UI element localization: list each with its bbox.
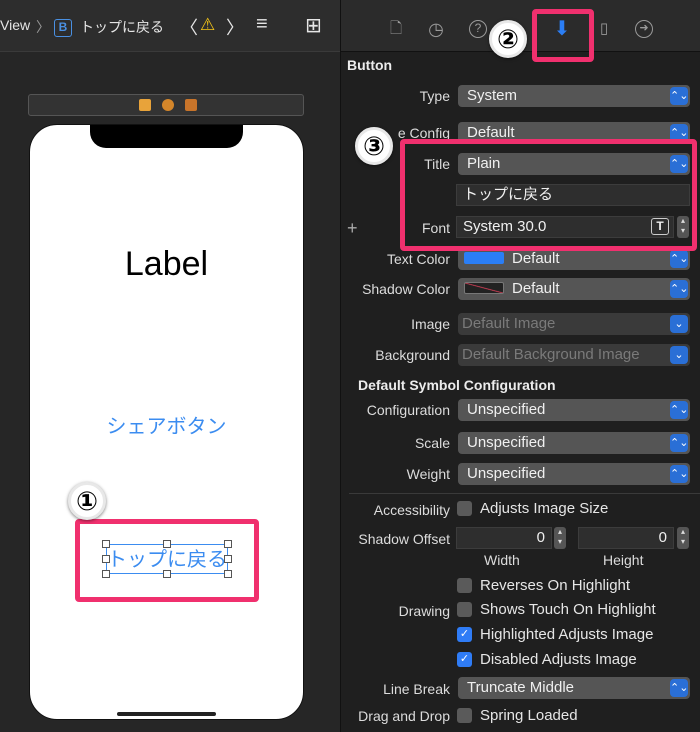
section-divider	[349, 493, 700, 494]
step3-badge: ③	[355, 127, 393, 165]
text-color-popup[interactable]: Default ⌃⌄	[458, 248, 690, 270]
shows-touch-checkbox[interactable]	[457, 602, 472, 617]
nav-forward-icon[interactable]: 〉	[226, 14, 244, 40]
image-label: Image	[411, 316, 450, 332]
history-inspector-icon[interactable]: ◷	[427, 20, 445, 38]
drag-drop-label: Drag and Drop	[358, 708, 450, 724]
drawing-label: Drawing	[398, 603, 450, 619]
home-indicator	[117, 712, 216, 716]
dropdown-arrow-icon: ⌄	[670, 315, 688, 333]
width-caption: Width	[484, 552, 520, 568]
background-label: Background	[375, 347, 450, 363]
disabled-adjusts-checkbox[interactable]: ✓	[457, 652, 472, 667]
breadcrumb-view[interactable]: View	[0, 17, 30, 33]
view-controller-icon[interactable]	[139, 99, 151, 111]
list-menu-icon[interactable]: ≡	[256, 13, 268, 36]
popup-arrows-icon: ⌃⌄	[670, 401, 688, 419]
background-combo[interactable]: Default Background Image ⌄	[458, 344, 690, 366]
breadcrumb-selected-object[interactable]: トップに戻る	[80, 17, 164, 37]
type-label: Type	[419, 88, 450, 104]
adjusts-image-size-label: Adjusts Image Size	[480, 500, 609, 517]
breadcrumb-separator-icon: 〉	[36, 19, 50, 35]
adjusts-image-size-checkbox[interactable]	[457, 501, 472, 516]
connections-inspector-icon[interactable]: ➜	[635, 20, 653, 38]
popup-arrows-icon: ⌃⌄	[670, 250, 688, 268]
help-inspector-icon[interactable]: ?	[469, 20, 487, 38]
scale-value: Unspecified	[467, 434, 546, 451]
size-inspector-icon[interactable]: ▯	[595, 20, 613, 38]
step2-badge: ②	[489, 20, 527, 58]
text-color-value: Default	[512, 250, 560, 267]
highlighted-adjusts-label: Highlighted Adjusts Image	[480, 626, 654, 643]
label-view[interactable]: Label	[30, 245, 303, 284]
attributes-inspector: 🗋 ◷ ? ⬇ ▯ ➜	[340, 0, 700, 732]
first-responder-icon[interactable]	[162, 99, 174, 111]
warning-icon[interactable]: ⚠	[200, 15, 215, 35]
annotation-box-step1	[75, 519, 259, 602]
reverses-on-highlight-label: Reverses On Highlight	[480, 577, 631, 594]
shadow-offset-label: Shadow Offset	[358, 531, 450, 547]
text-color-swatch	[464, 252, 504, 264]
reverses-on-highlight-checkbox[interactable]	[457, 578, 472, 593]
shows-touch-label: Shows Touch On Highlight	[480, 601, 656, 618]
weight-label: Weight	[406, 466, 450, 482]
iphone-scene: Label シェアボタン トップに戻る	[29, 124, 304, 720]
popup-arrows-icon: ⌃⌄	[670, 434, 688, 452]
shadow-color-popup[interactable]: Default ⌃⌄	[458, 278, 690, 300]
scene-dock	[28, 94, 304, 116]
type-value: System	[467, 87, 518, 104]
storyboard-canvas-pane: View 〉 B トップに戻る 〈 ⚠ 〉 ≡ ⊞ Label シェアボタン ト…	[0, 0, 340, 732]
weight-value: Unspecified	[467, 465, 546, 482]
scale-popup[interactable]: Unspecified ⌃⌄	[458, 432, 690, 454]
spring-loaded-label: Spring Loaded	[480, 707, 578, 724]
highlighted-adjusts-checkbox[interactable]: ✓	[457, 627, 472, 642]
disabled-adjusts-label: Disabled Adjusts Image	[480, 651, 637, 668]
spring-loaded-checkbox[interactable]	[457, 708, 472, 723]
shadow-color-label: Shadow Color	[362, 281, 450, 297]
share-button[interactable]: シェアボタン	[30, 410, 303, 439]
line-break-value: Truncate Middle	[467, 679, 574, 696]
nav-back-icon[interactable]: 〈	[180, 14, 198, 40]
jump-bar: View 〉 B トップに戻る 〈 ⚠ 〉 ≡ ⊞	[0, 0, 340, 52]
popup-arrows-icon: ⌃⌄	[670, 87, 688, 105]
step1-badge: ①	[68, 482, 106, 520]
background-placeholder: Default Background Image	[462, 346, 640, 363]
shadow-offset-width-field[interactable]: 0	[456, 527, 552, 549]
line-break-label: Line Break	[383, 681, 450, 697]
text-color-label: Text Color	[386, 251, 450, 267]
shadow-width-stepper[interactable]: ▴ ▾	[554, 527, 566, 549]
section-symbol-config-title: Default Symbol Configuration	[358, 377, 556, 393]
image-combo[interactable]: Default Image ⌄	[458, 313, 690, 335]
shadow-height-stepper[interactable]: ▴ ▾	[677, 527, 689, 549]
exit-icon[interactable]	[185, 99, 197, 111]
accessibility-label: Accessibility	[373, 502, 450, 518]
phone-notch	[90, 125, 243, 148]
file-inspector-icon[interactable]: 🗋	[387, 20, 405, 38]
configuration-value: Unspecified	[467, 401, 546, 418]
popup-arrows-icon: ⌃⌄	[670, 280, 688, 298]
popup-arrows-icon: ⌃⌄	[670, 465, 688, 483]
image-placeholder: Default Image	[462, 315, 556, 332]
annotation-box-step2	[532, 9, 594, 62]
line-break-popup[interactable]: Truncate Middle ⌃⌄	[458, 677, 690, 699]
shadow-color-value: Default	[512, 280, 560, 297]
configuration-label: Configuration	[366, 402, 450, 418]
button-object-icon: B	[54, 19, 72, 37]
shadow-offset-height-field[interactable]: 0	[578, 527, 674, 549]
add-editor-icon[interactable]: ⊞	[305, 13, 322, 38]
add-variation-icon[interactable]: +	[347, 218, 358, 239]
shadow-color-swatch	[464, 282, 504, 294]
weight-popup[interactable]: Unspecified ⌃⌄	[458, 463, 690, 485]
scale-label: Scale	[414, 435, 450, 451]
section-button-title: Button	[347, 57, 393, 73]
annotation-box-step3	[400, 139, 697, 251]
popup-arrows-icon: ⌃⌄	[670, 679, 688, 697]
configuration-popup[interactable]: Unspecified ⌃⌄	[458, 399, 690, 421]
type-popup[interactable]: System ⌃⌄	[458, 85, 690, 107]
height-caption: Height	[603, 552, 644, 568]
dropdown-arrow-icon: ⌄	[670, 346, 688, 364]
